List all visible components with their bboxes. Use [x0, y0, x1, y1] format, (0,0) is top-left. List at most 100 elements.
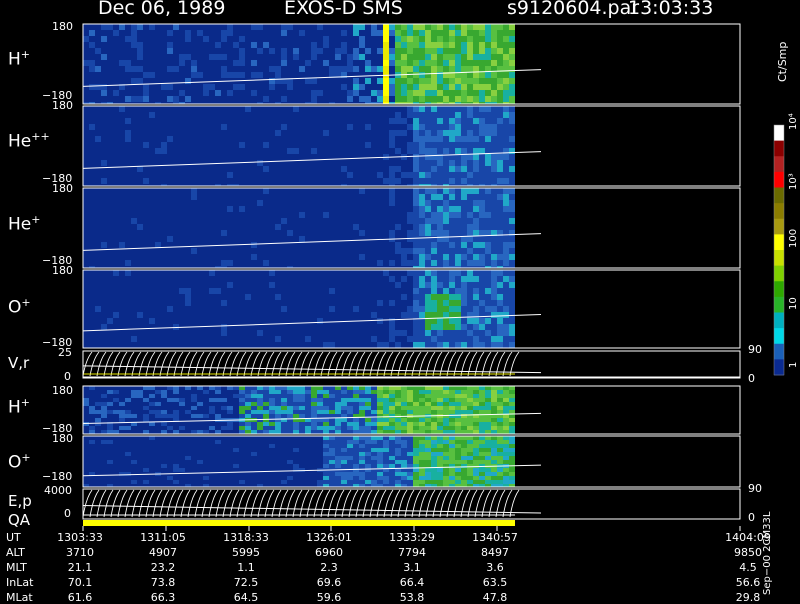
- spectrogram-cell: [449, 178, 455, 184]
- spectrogram-cell: [497, 200, 503, 206]
- spectrogram-cell: [479, 426, 485, 430]
- spectrogram-cell: [479, 188, 485, 194]
- spectrogram-cell: [407, 460, 413, 464]
- spectrogram-cell: [461, 452, 467, 456]
- spectrogram-cell: [455, 398, 461, 402]
- spectrogram-cell: [407, 106, 413, 112]
- spectrogram-cell: [257, 72, 263, 78]
- spectrogram-cell: [383, 48, 389, 54]
- spectrogram-cell: [461, 472, 467, 476]
- spectrogram-cell: [467, 160, 473, 166]
- spectrogram-cell: [449, 330, 455, 336]
- spectrogram-cell: [449, 78, 455, 84]
- spectrogram-cell: [431, 30, 437, 36]
- spectrogram-cell: [431, 36, 437, 42]
- spectrogram-cell: [461, 336, 467, 342]
- spectrogram-cell: [107, 430, 113, 434]
- spectrogram-cell: [143, 418, 149, 422]
- spectrogram-cell: [161, 410, 167, 414]
- spectrogram-cell: [341, 410, 347, 414]
- spectrogram-cell: [473, 194, 479, 200]
- ephemeris-cell: 21.1: [67, 561, 93, 574]
- spectrogram-cell: [449, 66, 455, 72]
- spectrogram-cell: [467, 148, 473, 154]
- spectrogram-cell: [431, 260, 437, 266]
- spectrogram-cell: [425, 324, 431, 330]
- spectrogram-cell: [437, 330, 443, 336]
- spectrogram-cell: [443, 330, 449, 336]
- spectrogram-cell: [431, 426, 437, 430]
- spectrogram-cell: [449, 106, 455, 112]
- spectrogram-cell: [215, 398, 221, 402]
- spectrogram-cell: [467, 188, 473, 194]
- spectrogram-cell: [149, 72, 155, 78]
- spectrogram-cell: [89, 426, 95, 430]
- spectrogram-cell: [323, 472, 329, 476]
- spectrogram-cell: [419, 30, 425, 36]
- spectrogram-cell: [509, 402, 515, 406]
- spectrogram-cell: [131, 394, 137, 398]
- spectrogram-cell: [335, 456, 341, 460]
- spectrogram-cell: [95, 136, 101, 142]
- spectrogram-cell: [509, 24, 515, 30]
- ephemeris-cell: 1404:09: [725, 531, 771, 544]
- ephemeris-cell: 73.8: [150, 576, 176, 589]
- spectrogram-cell: [335, 444, 341, 448]
- spectrogram-cell: [323, 460, 329, 464]
- spectrogram-cell: [413, 224, 419, 230]
- spectrogram-cell: [257, 394, 263, 398]
- spectrogram-cell: [293, 464, 299, 468]
- spectrogram-cell: [425, 390, 431, 394]
- spectrogram-cell: [419, 154, 425, 160]
- spectrogram-cell: [413, 448, 419, 452]
- spectrogram-cell: [401, 436, 407, 440]
- spectrogram-cell: [359, 410, 365, 414]
- spectrogram-cell: [107, 318, 113, 324]
- spectrogram-cell: [413, 148, 419, 154]
- spectrogram-cell: [107, 410, 113, 414]
- spectrogram-cell: [461, 112, 467, 118]
- spectrogram-cell: [479, 306, 485, 312]
- spectrogram-cell: [413, 194, 419, 200]
- spectrogram-cell: [497, 54, 503, 60]
- spectrogram-cell: [479, 60, 485, 66]
- spectrogram-cell: [317, 24, 323, 30]
- spectrogram-cell: [449, 300, 455, 306]
- spectrogram-cell: [413, 96, 419, 102]
- spectrogram-cell: [431, 118, 437, 124]
- spectrogram-cell: [413, 118, 419, 124]
- spectrogram-cell: [299, 410, 305, 414]
- spectrogram-cell: [335, 410, 341, 414]
- spectrogram-cell: [431, 406, 437, 410]
- spectrogram-cell: [401, 456, 407, 460]
- spectrogram-cell: [509, 306, 515, 312]
- spectrogram-cell: [401, 402, 407, 406]
- spectrogram-cell: [281, 218, 287, 224]
- spectrogram-cell: [83, 398, 89, 402]
- spectrogram-cell: [239, 60, 245, 66]
- spectrogram-cell: [347, 90, 353, 96]
- spectrogram-cell: [455, 136, 461, 142]
- chart-canvas: 10⁴10³100101: [82, 23, 799, 531]
- spectrogram-cell: [377, 422, 383, 426]
- spectrogram-cell: [425, 448, 431, 452]
- spectrogram-cell: [359, 386, 365, 390]
- spectrogram-cell: [497, 472, 503, 476]
- spectrogram-cell: [425, 130, 431, 136]
- spectrogram-cell: [473, 136, 479, 142]
- spectrogram-cell: [479, 254, 485, 260]
- spectrogram-cell: [479, 324, 485, 330]
- spectrogram-cell: [497, 84, 503, 90]
- spectrogram-cell: [449, 422, 455, 426]
- spectrogram-cell: [317, 394, 323, 398]
- spectrogram-cell: [443, 166, 449, 172]
- spectrogram-cell: [83, 402, 89, 406]
- spectrogram-cell: [473, 476, 479, 480]
- spectrogram-cell: [509, 288, 515, 294]
- ephemeris-cell: 23.2: [150, 561, 176, 574]
- spectrogram-cell: [461, 270, 467, 276]
- spectrogram-cell: [167, 426, 173, 430]
- spectrogram-cell: [431, 112, 437, 118]
- spectrogram-cell: [485, 106, 491, 112]
- spectrogram-cell: [365, 440, 371, 444]
